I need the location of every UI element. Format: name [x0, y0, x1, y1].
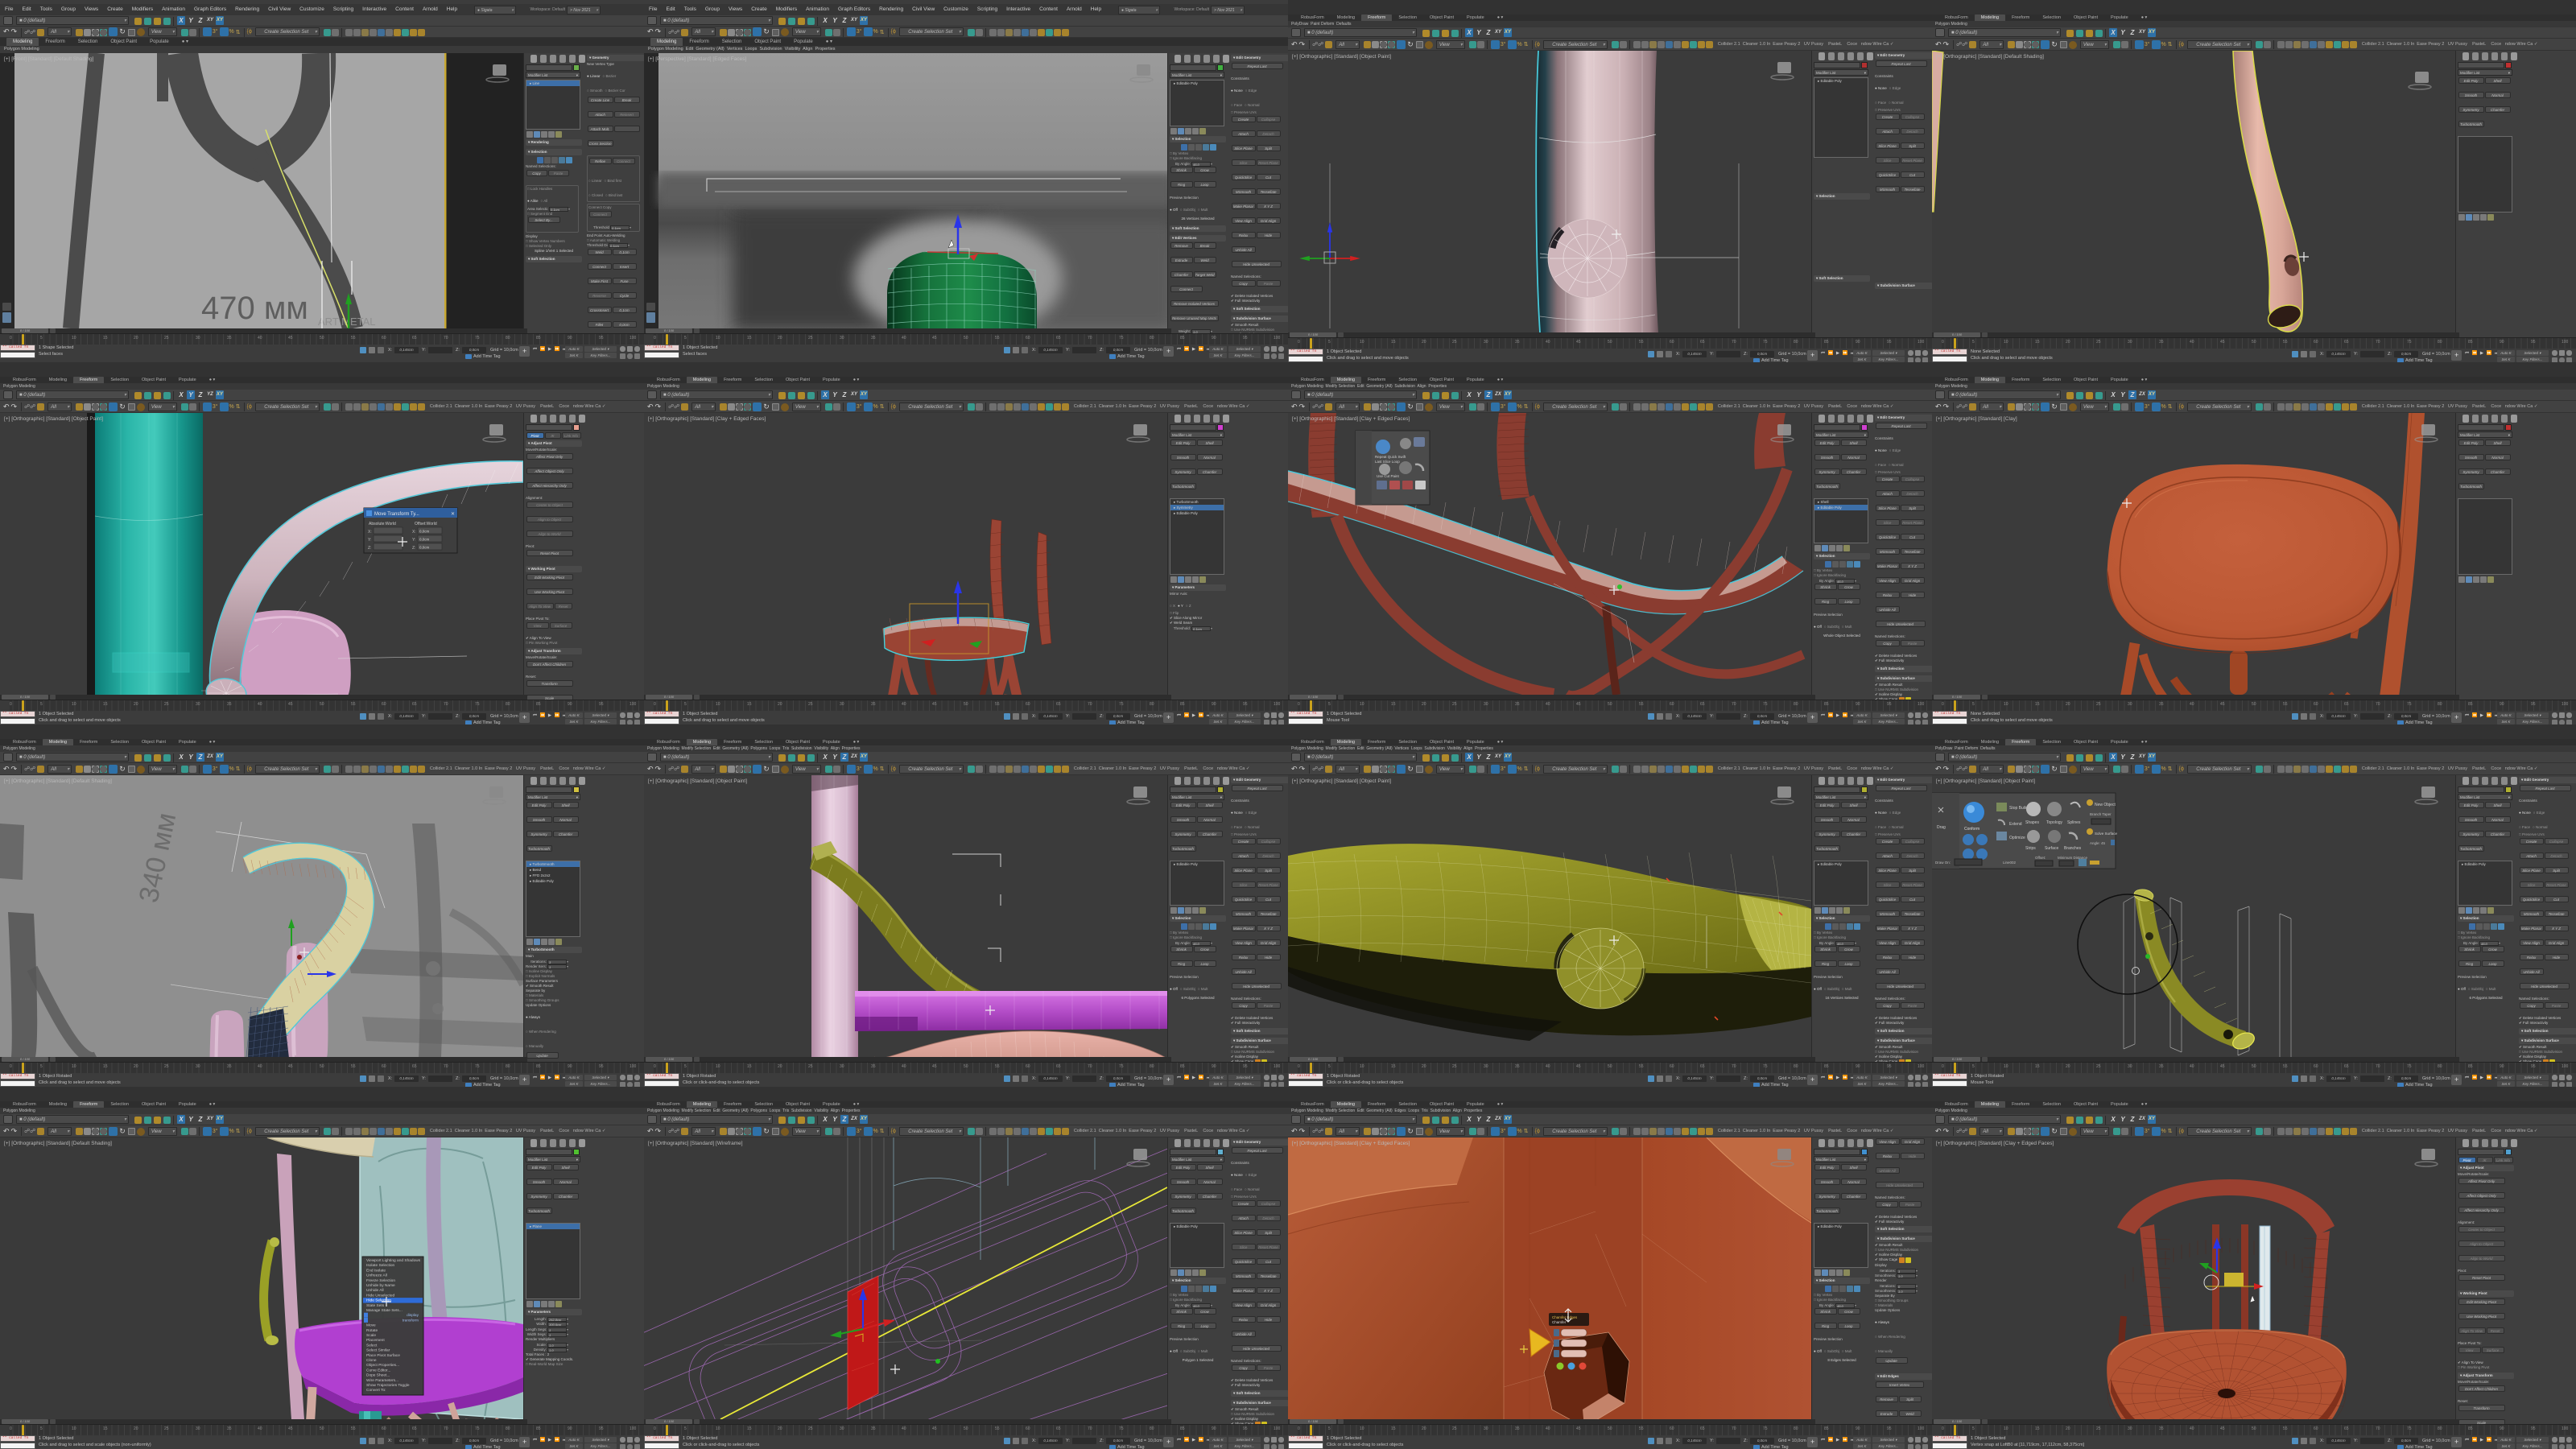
svg-text:[+] [Orthographic] [Standard]: [+] [Orthographic] [Standard] [Object Pa… — [4, 416, 103, 422]
svg-text:[+] [Orthographic] [Standard]: [+] [Orthographic] [Standard] [Object Pa… — [648, 778, 747, 784]
svg-text:Z:: Z: — [412, 546, 415, 551]
svg-text:Place Pivot Surface: Place Pivot Surface — [366, 1353, 400, 1358]
svg-text:Unfreeze All: Unfreeze All — [366, 1274, 387, 1278]
svg-text:Dope Sheet...: Dope Sheet... — [366, 1373, 390, 1378]
svg-text:[+] [Orthographic] [Standard]: [+] [Orthographic] [Standard] [Clay + Ed… — [648, 416, 766, 422]
svg-text:Wire Parameters...: Wire Parameters... — [366, 1378, 398, 1383]
svg-text:Select: Select — [366, 1343, 378, 1348]
svg-text:Drag: Drag — [1937, 825, 1946, 830]
svg-text:Clone: Clone — [366, 1358, 377, 1363]
svg-text:Offset:: Offset: — [2035, 856, 2046, 860]
svg-text:[+] [Orthographic] [Standard]: [+] [Orthographic] [Standard] [Default S… — [4, 778, 112, 784]
svg-text:Angle: 45: Angle: 45 — [2090, 841, 2106, 845]
svg-text:[+] [Orthographic] [Standard]: [+] [Orthographic] [Standard] [Clay] — [1936, 416, 2017, 422]
svg-text:0,0cm: 0,0cm — [419, 546, 430, 550]
svg-text:0,0cm: 0,0cm — [419, 538, 430, 542]
svg-text:X:: X: — [368, 530, 372, 535]
svg-text:Topology: Topology — [2046, 820, 2063, 825]
svg-text:Placement: Placement — [366, 1338, 385, 1343]
svg-text:[+] [Orthographic] [Standard]: [+] [Orthographic] [Standard] [Clay + Ed… — [1292, 416, 1410, 422]
svg-text:Branch Taper: Branch Taper — [2090, 812, 2112, 816]
svg-text:Convert To:: Convert To: — [366, 1388, 386, 1393]
svg-text:470 мм: 470 мм — [201, 291, 308, 326]
svg-text:Last Slice Loop: Last Slice Loop — [1375, 460, 1400, 464]
svg-text:Chamfer: Chamfer — [1552, 1320, 1567, 1324]
svg-text:Scale: Scale — [366, 1333, 376, 1338]
svg-text:Object Properties...: Object Properties... — [366, 1363, 399, 1368]
svg-text:Freeze Selection: Freeze Selection — [366, 1278, 395, 1283]
svg-text:Unhide by Name: Unhide by Name — [366, 1283, 395, 1288]
svg-text:Optimize: Optimize — [2009, 836, 2025, 840]
svg-text:Isolate Selection: Isolate Selection — [366, 1263, 395, 1268]
svg-text:Shapes: Shapes — [2025, 820, 2039, 825]
svg-text:[+] [Orthographic] [Standard]: [+] [Orthographic] [Standard] [Object Pa… — [1936, 778, 2035, 784]
svg-text:Curve Editor...: Curve Editor... — [366, 1368, 390, 1373]
svg-text:Branches: Branches — [2064, 846, 2082, 851]
svg-text:0,0cm: 0,0cm — [419, 530, 430, 534]
svg-text:Draw On:: Draw On: — [1935, 861, 1951, 865]
svg-text:Line002: Line002 — [2003, 861, 2017, 865]
svg-text:New Object: New Object — [2095, 803, 2116, 807]
svg-text:Strips: Strips — [2025, 846, 2036, 851]
svg-text:State Sets: State Sets — [366, 1303, 385, 1308]
svg-text:Splines: Splines — [2067, 820, 2081, 825]
svg-text:[+] [Orthographic] [Standard]: [+] [Orthographic] [Standard] [Default S… — [4, 1141, 112, 1146]
svg-text:Surface: Surface — [2045, 846, 2058, 851]
svg-text:Conform: Conform — [1964, 827, 1979, 832]
svg-text:Y:: Y: — [368, 538, 371, 543]
svg-text:Absolute:World: Absolute:World — [369, 522, 396, 526]
svg-text:✕: ✕ — [451, 512, 455, 517]
svg-text:End Isolate: End Isolate — [366, 1268, 386, 1273]
svg-text:Stop Build: Stop Build — [2009, 806, 2028, 811]
svg-text:Z:: Z: — [368, 546, 371, 551]
svg-text:[+] [Orthographic] [Standard]: [+] [Orthographic] [Standard] [Wireframe… — [648, 1141, 743, 1146]
svg-text:[+] [Front] [Standard] [Defaul: [+] [Front] [Standard] [Default Shading] — [4, 56, 94, 62]
svg-text:[+] [Orthographic] [Standard]: [+] [Orthographic] [Standard] [Default S… — [1936, 54, 2044, 60]
svg-text:[+] [Perspective] [Standard] [: [+] [Perspective] [Standard] [Edged Face… — [648, 56, 746, 62]
svg-text:Select Similar: Select Similar — [366, 1348, 390, 1353]
svg-text:Manage State Sets...: Manage State Sets... — [366, 1308, 402, 1313]
svg-text:display: display — [407, 1313, 419, 1318]
svg-text:Viewport Lighting and Shadows: Viewport Lighting and Shadows — [366, 1258, 421, 1263]
svg-text:Move Transform Ty...: Move Transform Ty... — [374, 512, 419, 517]
svg-text:X:: X: — [412, 530, 416, 535]
svg-text:[+] [Orthographic] [Standard]: [+] [Orthographic] [Standard] [Clay + Ed… — [1292, 1141, 1410, 1146]
svg-text:Hide Unselected: Hide Unselected — [366, 1293, 395, 1298]
svg-text:Hide Selection: Hide Selection — [366, 1298, 391, 1303]
svg-text:[+] [Orthographic] [Standard]: [+] [Orthographic] [Standard] [Object Pa… — [1292, 54, 1391, 60]
svg-text:Y:: Y: — [412, 538, 415, 543]
svg-text:Use Cut Paint: Use Cut Paint — [1377, 474, 1400, 478]
svg-text:Extend: Extend — [2009, 822, 2022, 827]
svg-text:Show Trajectories Toggle: Show Trajectories Toggle — [366, 1383, 410, 1388]
svg-text:Rotate: Rotate — [366, 1328, 378, 1333]
svg-text:[+] [Orthographic] [Standard]: [+] [Orthographic] [Standard] [Object Pa… — [1292, 778, 1391, 784]
svg-text:[+] [Orthographic] [Standard]: [+] [Orthographic] [Standard] [Clay + Ed… — [1936, 1141, 2054, 1146]
svg-text:Unhide All: Unhide All — [366, 1288, 384, 1293]
svg-text:Offset:World: Offset:World — [415, 522, 437, 526]
svg-text:Repeat Quick Swift: Repeat Quick Swift — [1375, 455, 1406, 459]
svg-text:transform: transform — [402, 1318, 419, 1323]
svg-text:Move: Move — [366, 1323, 376, 1328]
svg-text:Solve Surface: Solve Surface — [2095, 832, 2118, 836]
